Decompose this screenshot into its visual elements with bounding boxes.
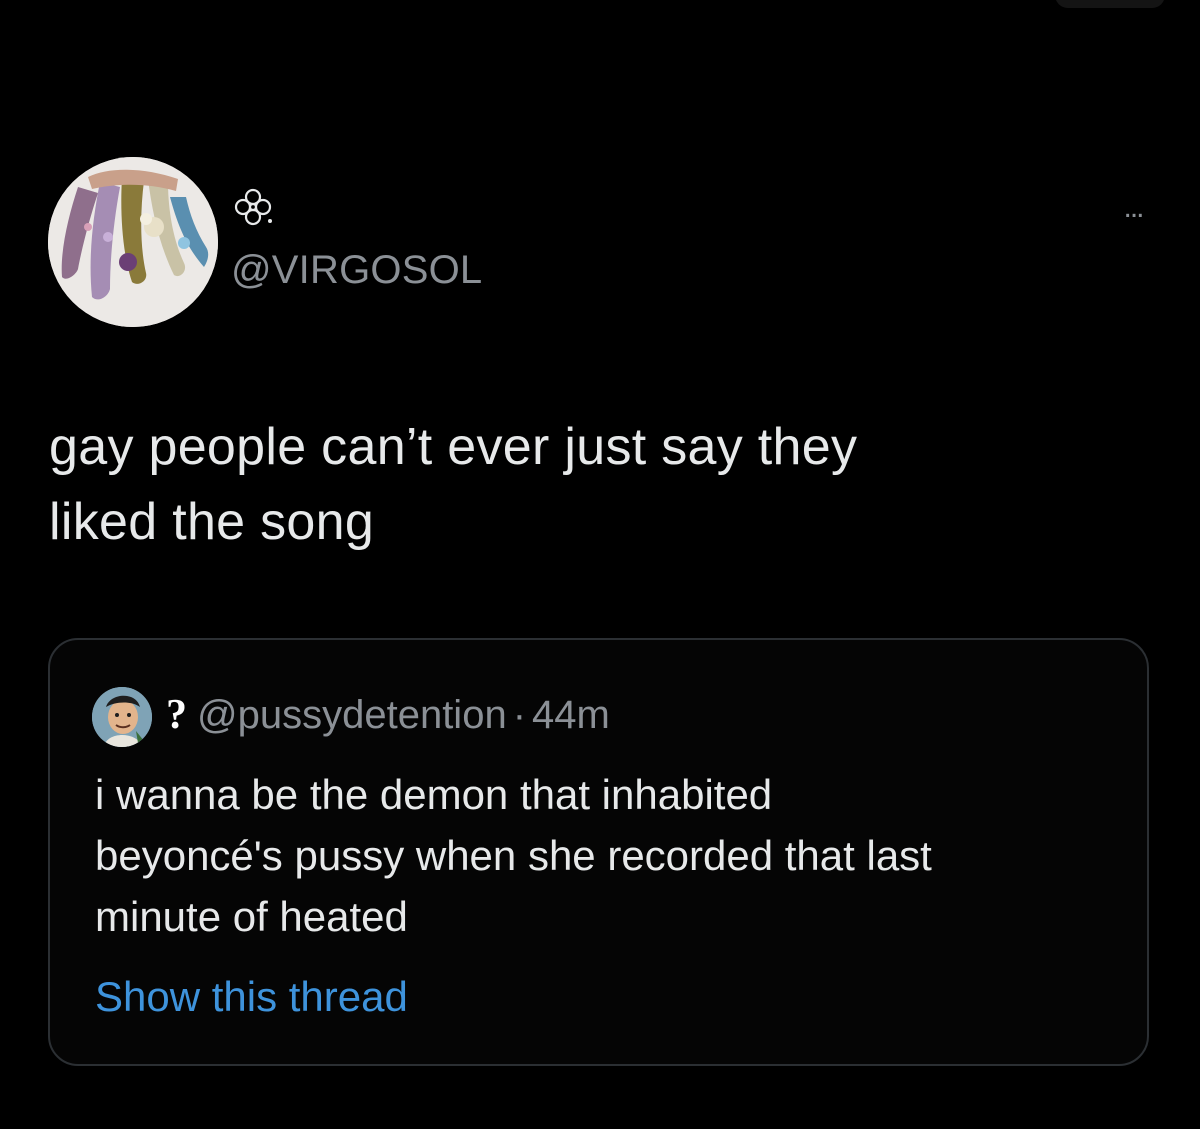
quoted-display-name[interactable]: ? — [166, 692, 187, 738]
author-display-name[interactable] — [232, 187, 274, 227]
more-options-icon[interactable]: ... — [1108, 190, 1158, 226]
quoted-timestamp[interactable]: 44m — [532, 693, 610, 737]
separator-dot: · — [512, 693, 527, 737]
author-avatar[interactable] — [48, 157, 218, 327]
quoted-author-avatar[interactable] — [92, 687, 152, 747]
tweet-text: gay people can’t ever just say they like… — [49, 418, 858, 551]
quoted-tweet-card[interactable]: ? @pussydetention · 44m i wanna be the demo… — [48, 638, 1149, 1066]
quoted-tweet-text: i wanna be the demon that inhabited beyo… — [95, 771, 932, 940]
quoted-tweet-header: ? @pussydetention · 44m — [166, 690, 610, 740]
decorated-nails-avatar-icon — [48, 157, 218, 327]
author-handle[interactable]: @VIRGOSOL — [231, 245, 482, 295]
clover-flower-icon — [234, 188, 272, 226]
tweet: @VIRGOSOL ... gay people can’t ever just… — [0, 0, 1200, 1129]
cartoon-man-avatar-icon — [92, 687, 152, 747]
show-thread-link[interactable]: Show this thread — [95, 970, 408, 1024]
quoted-handle[interactable]: @pussydetention — [197, 693, 507, 737]
